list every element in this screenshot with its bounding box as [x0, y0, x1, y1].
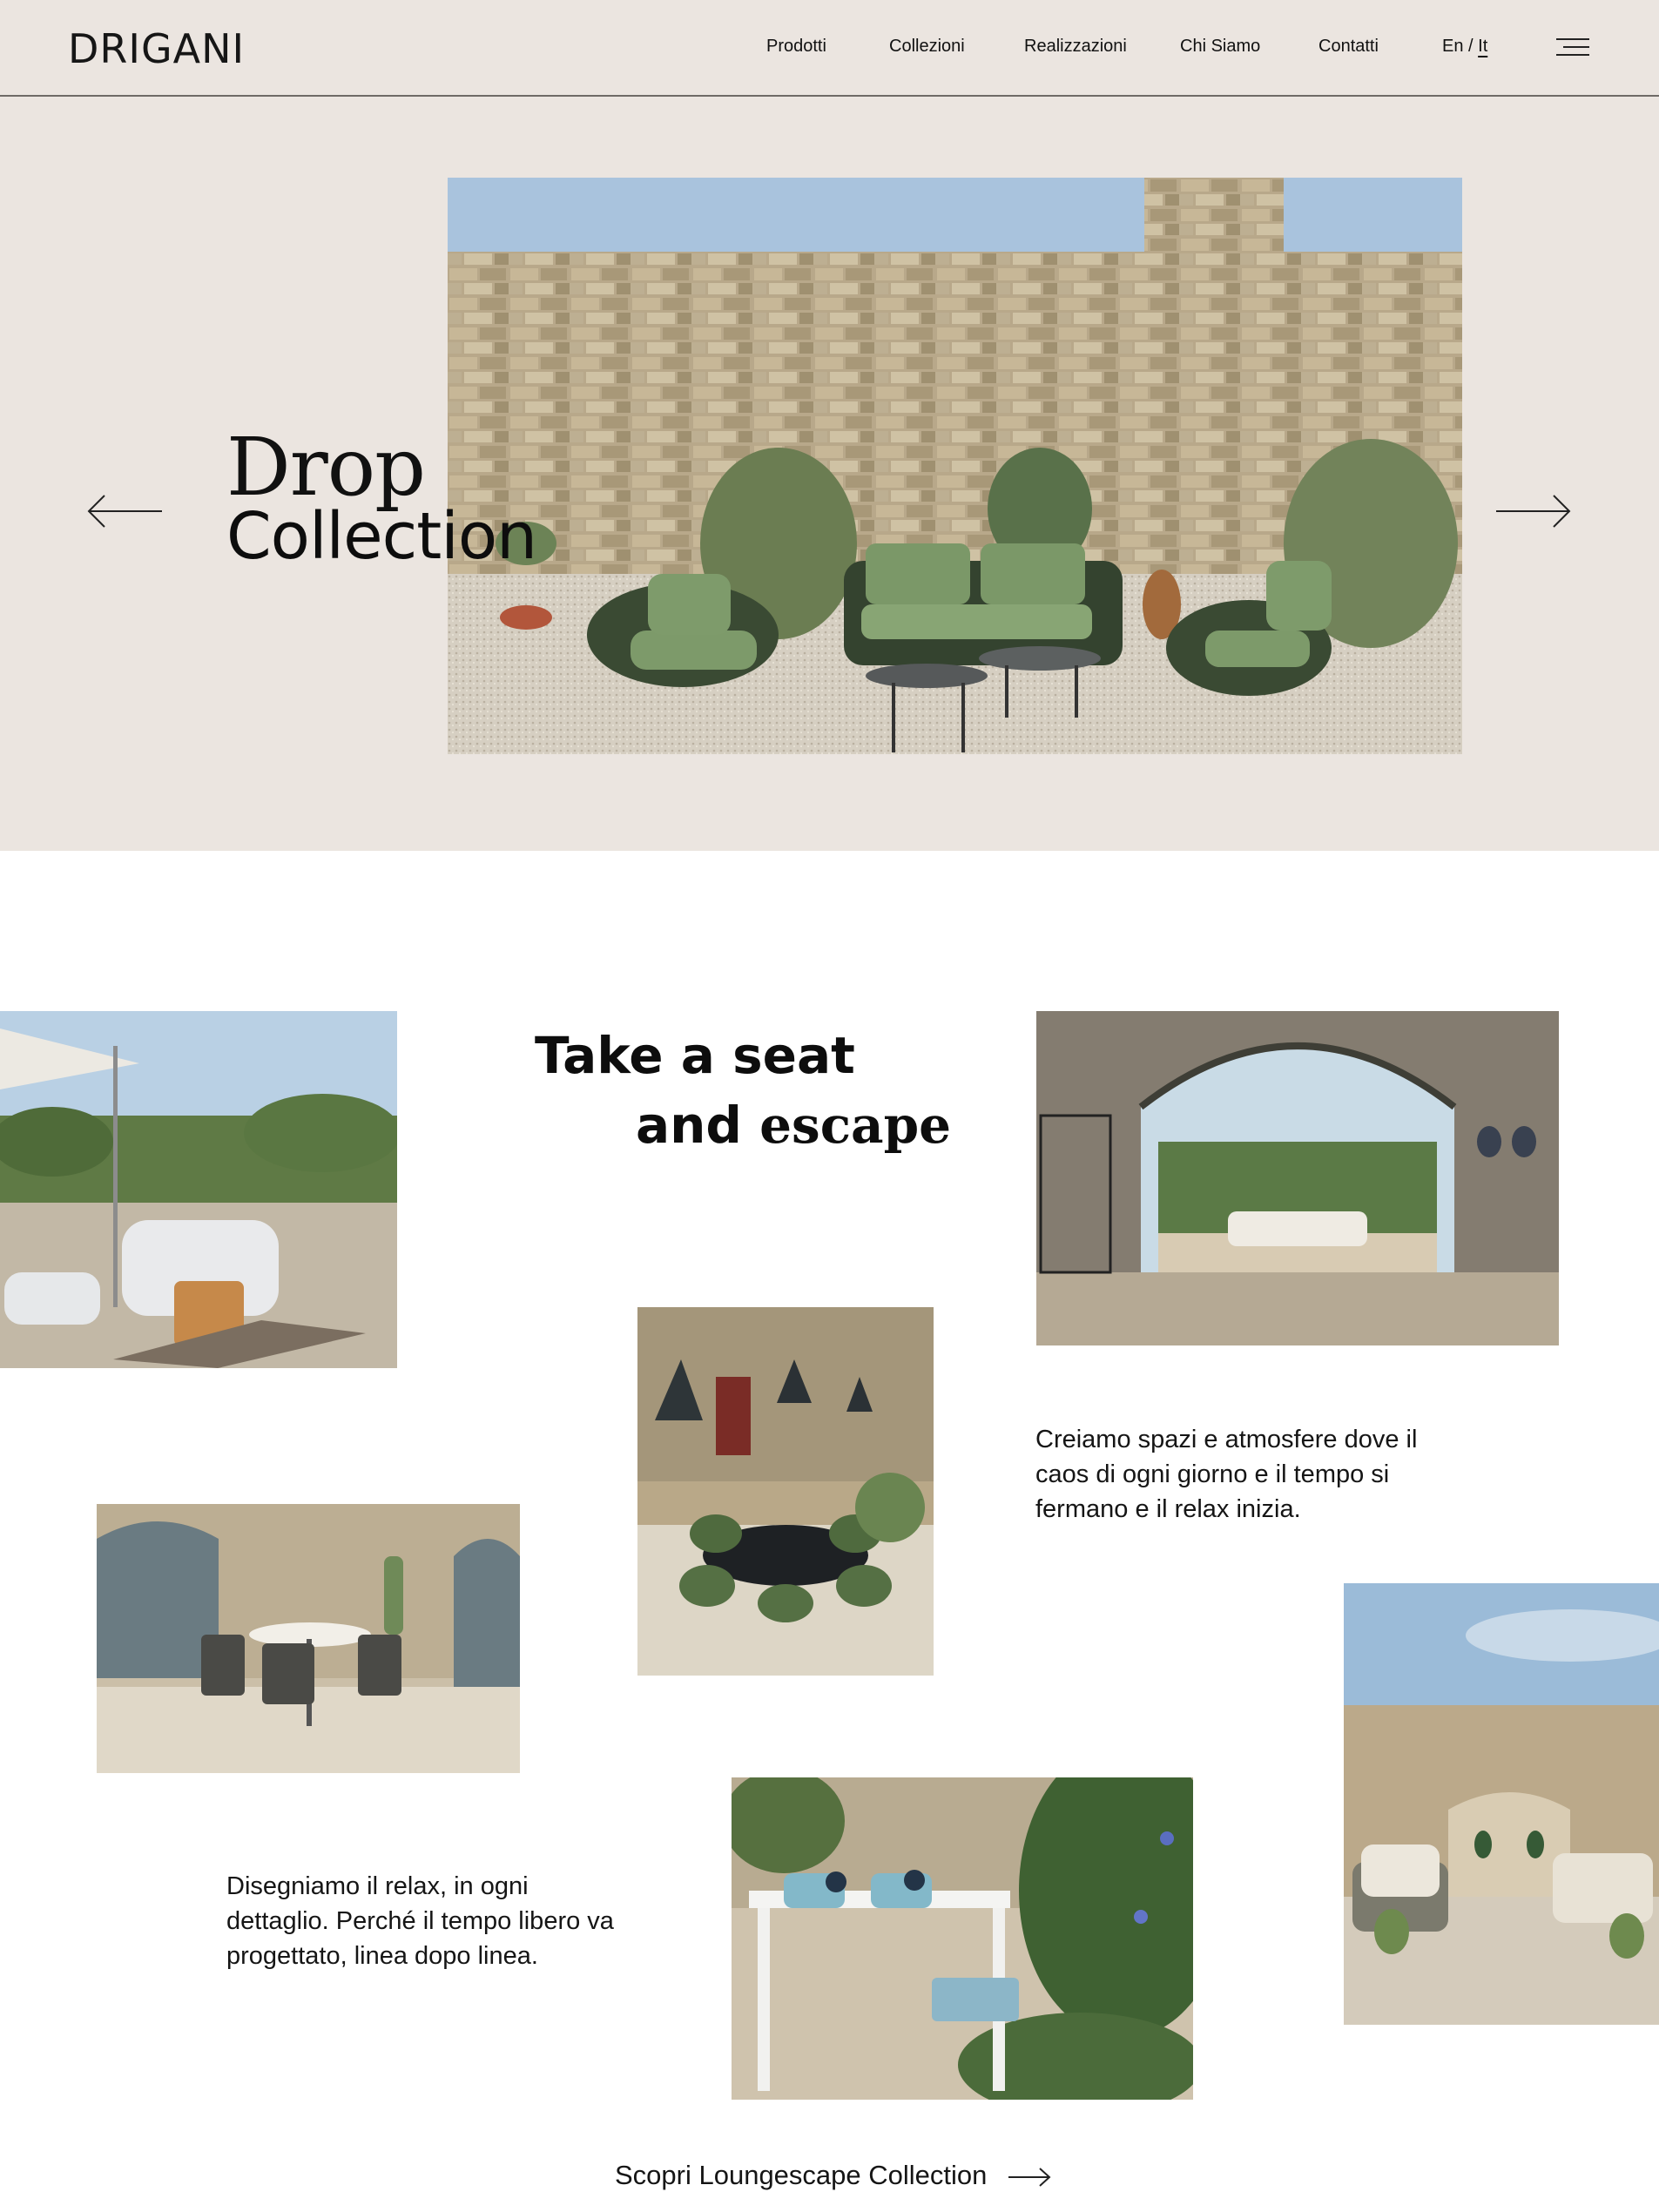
hero-slide-image — [448, 178, 1462, 754]
lang-it-link[interactable]: It — [1478, 37, 1487, 56]
nav-item-realizzazioni[interactable]: Realizzazioni — [1024, 37, 1127, 57]
gallery-photo-white-table — [732, 1777, 1193, 2100]
language-switcher: En / It — [1442, 37, 1487, 57]
intro-heading: Take a seat and escape — [535, 1021, 951, 1160]
gallery-photo-round-table — [97, 1504, 520, 1773]
gallery-photo-courtyard-loungers — [1344, 1583, 1659, 2025]
gallery-photo-arched-doorway — [1036, 1011, 1559, 1345]
cta-loungescape-link[interactable]: Scopri Loungescape Collection — [615, 2160, 1052, 2191]
hero-carousel: Drop Collection — [0, 97, 1659, 851]
lang-en-link[interactable]: En — [1442, 37, 1463, 56]
arrow-right-icon — [1008, 2168, 1051, 2187]
hamburger-icon[interactable] — [1556, 37, 1589, 59]
nav-item-contatti[interactable]: Contatti — [1318, 37, 1379, 57]
intro-paragraph-1: Creiamo spazi e atmosfere dove il caos d… — [1035, 1426, 1418, 1523]
hero-title: Drop Collection — [226, 421, 537, 574]
lang-separator: / — [1463, 37, 1479, 56]
intro-heading-line2b: escape — [759, 1096, 952, 1155]
brand-logo[interactable]: DRIGANI — [68, 24, 245, 73]
nav-item-collezioni[interactable]: Collezioni — [889, 37, 965, 57]
intro-heading-line2a: and — [636, 1096, 760, 1155]
nav-item-chi-siamo[interactable]: Chi Siamo — [1180, 37, 1260, 57]
cta-label: Scopri Loungescape Collection — [615, 2160, 988, 2190]
arrow-left-icon[interactable] — [85, 494, 164, 529]
arrow-right-icon[interactable] — [1494, 494, 1573, 529]
hero-title-line1: Drop — [226, 421, 426, 514]
intro-heading-line1: Take a seat — [535, 1026, 855, 1085]
nav-item-prodotti[interactable]: Prodotti — [766, 37, 826, 57]
intro-paragraph-2: Disegniamo il relax, in ogni dettaglio. … — [226, 1872, 614, 1970]
hero-title-line2: Collection — [226, 499, 537, 574]
gallery-photo-pendant-dining — [637, 1307, 934, 1676]
gallery-photo-umbrella-lounger — [0, 1011, 397, 1368]
site-header: DRIGANI Prodotti Collezioni Realizzazion… — [0, 0, 1659, 97]
